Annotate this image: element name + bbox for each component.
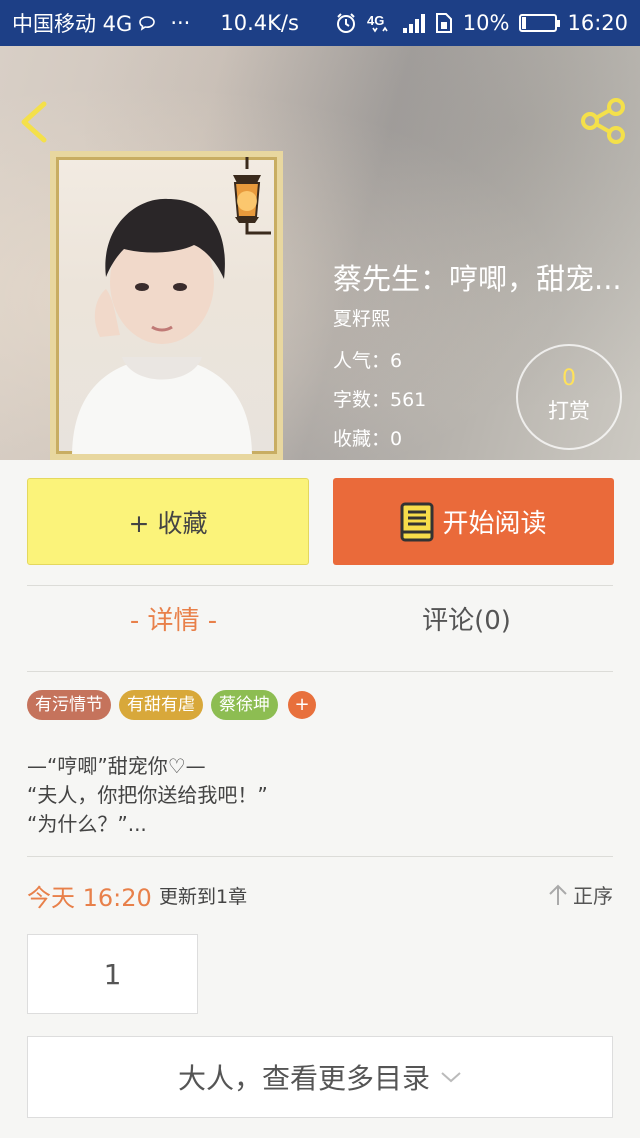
tag-item[interactable]: 有污情节 [27,690,111,720]
more-notifications-dots: ··· [170,11,191,35]
sort-order-label: 正序 [573,884,613,908]
more-catalog-label: 大人，查看更多目录 [177,1062,430,1095]
divider [27,856,613,857]
summary-line: —“哼唧”甜宠你♡— [27,754,206,778]
collect-label: + 收藏 [128,508,208,538]
summary-line: “夫人，你把你送给我吧！” [27,783,268,807]
svg-text:4G: 4G [367,13,384,28]
tag-list: 有污情节 有甜有虐 蔡徐坤 + [27,690,316,720]
divider [27,585,613,586]
chat-bubble-icon [139,16,156,31]
chapter-item[interactable]: 1 [27,934,198,1014]
summary-line: “为什么？”... [27,812,147,836]
arrow-up-icon [549,884,567,905]
chevron-left-icon [21,101,47,143]
tip-label: 打赏 [548,399,590,423]
share-button[interactable] [578,96,628,146]
word-count-stat: 字数：561 [333,389,427,411]
tip-count: 0 [562,366,576,391]
carrier-label: 中国移动 4G [12,12,133,36]
popularity-stat: 人气：6 [333,350,403,372]
net-speed: 10.4K/s [220,11,299,35]
tab-detail[interactable]: - 详情 - [27,600,320,637]
chevron-down-icon [441,1072,461,1083]
update-time: 今天 16:20 [27,884,152,912]
clock: 16:20 [567,11,628,35]
battery-icon [519,14,561,32]
book-author[interactable]: 夏籽熙 [333,304,390,331]
sort-order-button[interactable]: 正序 [547,880,613,909]
divider [27,671,613,672]
tag-item[interactable]: 蔡徐坤 [211,690,278,720]
status-bar: 中国移动 4G ··· 10.4K/s 4G 10% 16:20 [0,0,640,46]
tab-comments[interactable]: 评论(0) [320,600,613,637]
book-title: 蔡先生：哼唧，甜宠... [333,262,622,296]
sim-icon [435,13,452,33]
add-tag-button[interactable]: + [288,691,316,719]
battery-percent: 10% [462,11,510,35]
book-icon [400,502,434,541]
start-reading-label: 开始阅读 [442,509,547,539]
signal-icon [402,13,425,33]
favorites-stat: 收藏：0 [333,428,403,450]
chapter-number: 1 [103,957,122,991]
alarm-icon [336,13,355,33]
back-button[interactable] [14,98,54,146]
start-reading-button[interactable]: 开始阅读 [333,478,614,565]
book-header: 蔡先生：哼唧，甜宠... 夏籽熙 人气：6 字数：561 收藏：0 0 打赏 [0,46,640,460]
view-more-catalog-button[interactable]: 大人，查看更多目录 [27,1036,613,1118]
book-summary[interactable]: —“哼唧”甜宠你♡— “夫人，你把你送给我吧！” “为什么？”... [27,752,613,839]
cover-portrait [72,198,252,454]
update-status: 更新到1章 [159,886,248,908]
book-cover [50,151,283,460]
collect-button[interactable]: + 收藏 [27,478,309,565]
share-icon [581,98,625,144]
tag-item[interactable]: 有甜有虐 [119,690,203,720]
4g-data-icon: 4G [367,13,388,33]
tip-button[interactable]: 0 打赏 [516,344,622,450]
